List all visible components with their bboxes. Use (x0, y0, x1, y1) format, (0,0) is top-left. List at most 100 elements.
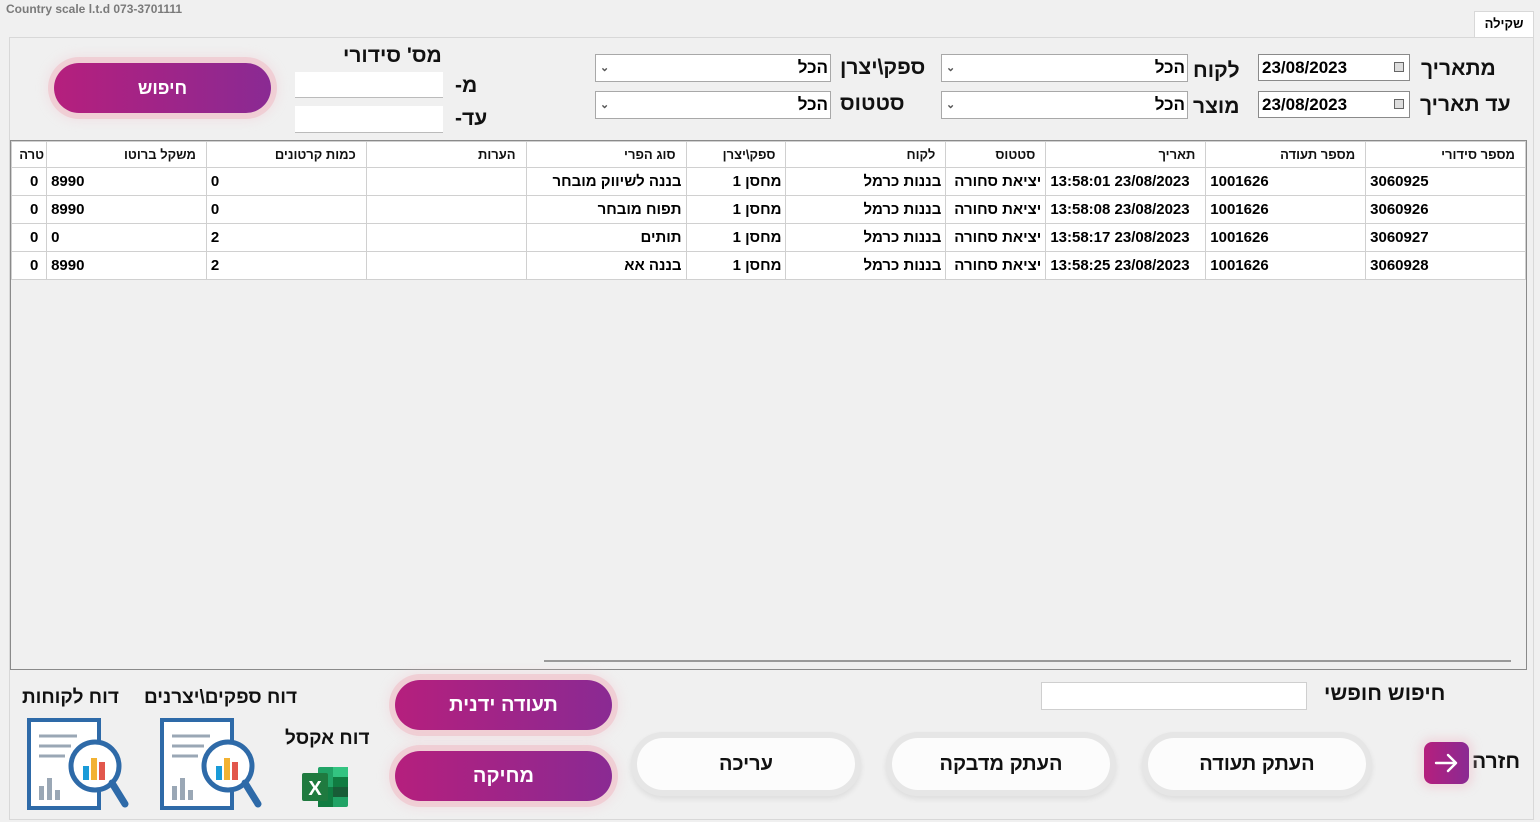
table-cell[interactable]: 1001626 (1205, 251, 1367, 280)
status-select[interactable]: הכל ⌄ (595, 91, 831, 119)
column-header[interactable]: סטטוס (945, 141, 1047, 168)
table-cell[interactable]: 23/08/2023 13:58:25 (1045, 251, 1207, 280)
from-date-value: 23/08/2023 (1262, 58, 1348, 77)
table-cell[interactable]: בננה לשיווק מובחר (525, 167, 687, 196)
table-header-row: מספר סידורי מספר תעודה תאריך סטטוס לקוח … (11, 141, 1526, 168)
column-header[interactable]: מספר סידורי (1365, 141, 1526, 168)
table-cell[interactable] (365, 223, 527, 252)
chevron-down-icon[interactable]: ⌄ (946, 92, 955, 118)
table-cell[interactable] (365, 167, 527, 196)
table-cell[interactable]: יציאת סחורה (945, 223, 1047, 252)
excel-icon: X (302, 767, 348, 807)
status-select-value: הכל (797, 95, 828, 114)
suppliers-report-label: דוח ספקים\יצרנים (144, 687, 298, 708)
table-cell[interactable] (365, 195, 527, 224)
copy-document-button[interactable]: העתק תעודה (1148, 738, 1366, 790)
horizontal-scrollbar[interactable] (544, 660, 1511, 662)
edit-button[interactable]: עריכה (637, 738, 855, 790)
svg-text:X: X (308, 778, 322, 800)
table-cell[interactable]: 3060925 (1365, 167, 1526, 196)
table-row[interactable]: 3060927 1001626 23/08/2023 13:58:17 יציא… (11, 223, 1526, 252)
column-header[interactable]: כמות קרטונים (205, 141, 367, 168)
customers-report-label: דוח לקוחות (22, 687, 119, 708)
table-cell[interactable]: מחסן 1 (685, 195, 787, 224)
table-cell[interactable]: מחסן 1 (685, 167, 787, 196)
table-cell[interactable]: בננה אא (525, 251, 687, 280)
table-cell[interactable]: 0 (11, 195, 48, 224)
column-header[interactable]: מספר תעודה (1205, 141, 1367, 168)
calendar-icon[interactable] (1394, 99, 1404, 109)
column-header[interactable]: לקוח (785, 141, 947, 168)
calendar-icon[interactable] (1394, 62, 1404, 72)
supplier-select-value: הכל (797, 58, 828, 77)
table-cell[interactable]: 0 (11, 167, 48, 196)
delete-button[interactable]: מחיקה (395, 751, 612, 801)
app-title: Country scale l.t.d 073-3701111 (6, 2, 183, 16)
table-row[interactable]: 3060926 1001626 23/08/2023 13:58:08 יציא… (11, 195, 1526, 224)
table-cell[interactable]: 1001626 (1205, 223, 1367, 252)
from-date-picker[interactable]: 23/08/2023 (1258, 54, 1410, 81)
table-cell[interactable]: 23/08/2023 13:58:01 (1045, 167, 1207, 196)
from-date-label: מתאריך (1421, 57, 1496, 80)
column-header[interactable]: טרה (11, 141, 48, 168)
table-cell[interactable]: 1001626 (1205, 167, 1367, 196)
table-cell[interactable]: יציאת סחורה (945, 167, 1047, 196)
table-cell[interactable]: בננות כרמל (785, 167, 947, 196)
manual-document-button[interactable]: תעודה ידנית (395, 680, 612, 730)
chevron-down-icon[interactable]: ⌄ (600, 92, 609, 118)
supplier-select[interactable]: הכל ⌄ (595, 54, 831, 82)
free-search-label: חיפוש חופשי (1324, 682, 1446, 705)
table-cell[interactable]: 8990 (46, 167, 207, 196)
table-cell[interactable]: מחסן 1 (685, 223, 787, 252)
customers-report-button[interactable] (25, 716, 129, 817)
table-cell[interactable]: 8990 (46, 251, 207, 280)
column-header[interactable]: משקל ברוטו (46, 141, 207, 168)
to-date-picker[interactable]: 23/08/2023 (1258, 91, 1410, 118)
results-grid[interactable]: מספר סידורי מספר תעודה תאריך סטטוס לקוח … (10, 140, 1527, 670)
table-cell[interactable]: בננות כרמל (785, 223, 947, 252)
copy-label-button[interactable]: העתק מדבקה (892, 738, 1110, 790)
results-table: מספר סידורי מספר תעודה תאריך סטטוס לקוח … (11, 141, 1526, 280)
table-cell[interactable]: 3060927 (1365, 223, 1526, 252)
table-cell[interactable]: 2 (205, 223, 367, 252)
table-cell[interactable]: יציאת סחורה (945, 195, 1047, 224)
table-row[interactable]: 3060925 1001626 23/08/2023 13:58:01 יציא… (11, 167, 1526, 196)
table-cell[interactable]: 0 (46, 223, 207, 252)
tab-weighing[interactable]: שקילה (1474, 11, 1534, 37)
column-header[interactable]: תאריך (1045, 141, 1207, 168)
table-cell[interactable]: 2 (205, 251, 367, 280)
table-cell[interactable]: בננות כרמל (785, 195, 947, 224)
chevron-down-icon[interactable]: ⌄ (946, 55, 955, 81)
column-header[interactable]: ספק\יצרן (685, 141, 787, 168)
excel-report-button[interactable]: X (300, 765, 350, 814)
table-cell[interactable]: 8990 (46, 195, 207, 224)
table-cell[interactable] (365, 251, 527, 280)
table-cell[interactable]: 0 (205, 195, 367, 224)
serial-from-input[interactable] (295, 72, 443, 98)
table-cell[interactable]: 0 (11, 223, 48, 252)
table-cell[interactable]: 1001626 (1205, 195, 1367, 224)
report-magnifier-icon (27, 718, 129, 810)
column-header[interactable]: סוג הפרי (525, 141, 687, 168)
product-select[interactable]: הכל ⌄ (941, 91, 1188, 119)
suppliers-report-button[interactable] (158, 716, 262, 817)
table-cell[interactable]: 3060926 (1365, 195, 1526, 224)
table-cell[interactable]: יציאת סחורה (945, 251, 1047, 280)
table-cell[interactable]: בננות כרמל (785, 251, 947, 280)
table-cell[interactable]: 0 (11, 251, 48, 280)
table-cell[interactable]: 23/08/2023 13:58:17 (1045, 223, 1207, 252)
table-cell[interactable]: 23/08/2023 13:58:08 (1045, 195, 1207, 224)
table-cell[interactable]: 0 (205, 167, 367, 196)
back-button[interactable] (1424, 742, 1469, 784)
serial-to-input[interactable] (295, 106, 443, 133)
table-cell[interactable]: תותים (525, 223, 687, 252)
chevron-down-icon[interactable]: ⌄ (600, 55, 609, 81)
free-search-input[interactable] (1041, 682, 1307, 710)
table-cell[interactable]: מחסן 1 (685, 251, 787, 280)
table-cell[interactable]: 3060928 (1365, 251, 1526, 280)
search-button[interactable]: חיפוש (54, 63, 271, 113)
table-cell[interactable]: תפוח מובחר (525, 195, 687, 224)
customer-select[interactable]: הכל ⌄ (941, 54, 1188, 82)
column-header[interactable]: הערות (365, 141, 527, 168)
table-row[interactable]: 3060928 1001626 23/08/2023 13:58:25 יציא… (11, 251, 1526, 280)
